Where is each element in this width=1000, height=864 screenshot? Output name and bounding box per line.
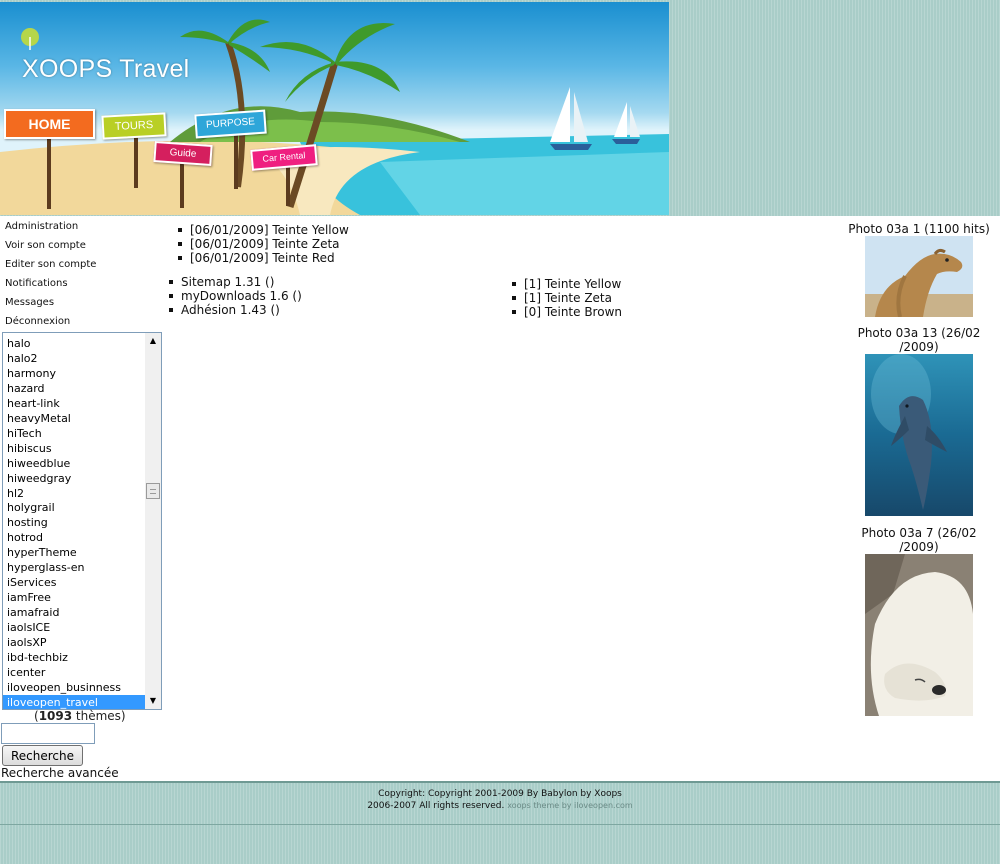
user-menu: Administration Voir son compte Editer so… xyxy=(5,220,96,334)
polar-bear-photo[interactable] xyxy=(865,554,973,716)
scrollbar-thumb[interactable] xyxy=(146,483,160,499)
sign-post xyxy=(47,137,51,209)
photo-block: Photo 03a 7 (26/02 /2009) xyxy=(840,526,998,716)
scroll-up-arrow-icon[interactable]: ▲ xyxy=(145,333,161,349)
footer-copyright: Copyright: Copyright 2001-2009 By Babylo… xyxy=(378,789,622,799)
sign-post xyxy=(180,162,184,208)
search-button[interactable]: Recherche xyxy=(2,745,83,766)
photo-caption-date: /2009) xyxy=(899,540,939,554)
theme-option[interactable]: hazard xyxy=(3,381,146,396)
theme-count-number: 1093 xyxy=(38,709,73,723)
theme-option[interactable]: iaolsXP xyxy=(3,635,146,650)
photo-caption-date: /2009) xyxy=(899,340,939,354)
theme-options: halo halo2 harmony hazard heart-link hea… xyxy=(3,336,146,709)
theme-count: (1093 thèmes) xyxy=(34,709,126,723)
theme-select-listbox[interactable]: halo halo2 harmony hazard heart-link hea… xyxy=(2,332,162,710)
scroll-down-arrow-icon[interactable]: ▼ xyxy=(145,693,161,709)
modules-list: Sitemap 1.31 () myDownloads 1.6 () Adhés… xyxy=(165,275,302,317)
main-content: Administration Voir son compte Editer so… xyxy=(0,216,1000,781)
module-item[interactable]: myDownloads 1.6 () xyxy=(165,289,302,303)
theme-option[interactable]: heart-link xyxy=(3,396,146,411)
sign-post xyxy=(234,134,238,189)
photo-caption: Photo 03a 7 (26/02 xyxy=(861,526,977,540)
nav-purpose-button[interactable]: PURPOSE xyxy=(194,109,267,139)
theme-option[interactable]: hiTech xyxy=(3,426,146,441)
theme-option[interactable]: hotrod xyxy=(3,530,146,545)
footer-rights-line: 2006-2007 All rights reserved. xoops the… xyxy=(0,800,1000,812)
menu-messages-link[interactable]: Messages xyxy=(5,296,96,315)
footer-rights: 2006-2007 All rights reserved. xyxy=(367,801,505,811)
footer-divider xyxy=(0,781,1000,783)
photo-block: Photo 03a 1 (1100 hits) xyxy=(840,222,998,317)
news-item[interactable]: [06/01/2009] Teinte Yellow xyxy=(174,223,349,237)
photo-caption: Photo 03a 1 (1100 hits) xyxy=(848,222,990,236)
theme-option[interactable]: harmony xyxy=(3,366,146,381)
menu-view-account-link[interactable]: Voir son compte xyxy=(5,239,96,258)
theme-option[interactable]: icenter xyxy=(3,665,146,680)
module-item[interactable]: Adhésion 1.43 () xyxy=(165,303,302,317)
theme-count-label: thèmes) xyxy=(72,709,126,723)
news-item[interactable]: [06/01/2009] Teinte Zeta xyxy=(174,237,349,251)
theme-option[interactable]: hl2 xyxy=(3,486,146,501)
menu-edit-account-link[interactable]: Editer son compte xyxy=(5,258,96,277)
theme-option[interactable]: iamFree xyxy=(3,590,146,605)
header-banner: XOOPS Travel HOME TOURS PURPOSE Guide Ca… xyxy=(0,2,669,215)
dolphin-photo[interactable] xyxy=(865,354,973,516)
footer-bottom-divider xyxy=(0,824,1000,825)
menu-administration-link[interactable]: Administration xyxy=(5,220,96,239)
theme-option[interactable]: hibiscus xyxy=(3,441,146,456)
theme-list-scrollbar[interactable]: ▲ ▼ xyxy=(145,333,161,709)
sign-post xyxy=(134,136,138,188)
theme-option[interactable]: halo xyxy=(3,336,146,351)
download-item[interactable]: [1] Teinte Zeta xyxy=(508,291,622,305)
nav-home-button[interactable]: HOME xyxy=(4,109,95,139)
theme-option[interactable]: hiweedblue xyxy=(3,456,146,471)
theme-option[interactable]: hyperTheme xyxy=(3,545,146,560)
module-item[interactable]: Sitemap 1.31 () xyxy=(165,275,302,289)
theme-option[interactable]: hosting xyxy=(3,515,146,530)
photo-block: Photo 03a 13 (26/02 /2009) xyxy=(840,326,998,516)
downloads-list: [1] Teinte Yellow [1] Teinte Zeta [0] Te… xyxy=(508,277,622,319)
news-list: [06/01/2009] Teinte Yellow [06/01/2009] … xyxy=(174,223,349,265)
beach-scene-illustration xyxy=(0,19,669,215)
theme-option[interactable]: holygrail xyxy=(3,500,146,515)
nav-tours-button[interactable]: TOURS xyxy=(101,112,167,140)
advanced-search-link[interactable]: Recherche avancée xyxy=(1,766,119,780)
theme-option[interactable]: hyperglass-en xyxy=(3,560,146,575)
theme-option[interactable]: iServices xyxy=(3,575,146,590)
sign-post xyxy=(286,166,290,206)
theme-option[interactable]: hiweedgray xyxy=(3,471,146,486)
theme-option-selected[interactable]: iloveopen_travel xyxy=(3,694,146,709)
theme-option[interactable]: iloveopen_businness xyxy=(3,680,146,695)
theme-option[interactable]: halo2 xyxy=(3,351,146,366)
footer: Copyright: Copyright 2001-2009 By Babylo… xyxy=(0,788,1000,812)
footer-theme-credit-link[interactable]: xoops theme by iloveopen.com xyxy=(507,801,632,810)
download-item[interactable]: [0] Teinte Brown xyxy=(508,305,622,319)
news-item[interactable]: [06/01/2009] Teinte Red xyxy=(174,251,349,265)
site-title: XOOPS Travel xyxy=(22,55,190,83)
menu-notifications-link[interactable]: Notifications xyxy=(5,277,96,296)
nav-guide-button[interactable]: Guide xyxy=(153,141,213,166)
search-input[interactable] xyxy=(1,723,95,744)
photo-caption: Photo 03a 13 (26/02 xyxy=(857,326,981,340)
theme-option[interactable]: ibd-techbiz xyxy=(3,650,146,665)
theme-option[interactable]: iamafraid xyxy=(3,605,146,620)
download-item[interactable]: [1] Teinte Yellow xyxy=(508,277,622,291)
theme-option[interactable]: heavyMetal xyxy=(3,411,146,426)
camel-photo[interactable] xyxy=(865,236,973,317)
theme-option[interactable]: iaolsICE xyxy=(3,620,146,635)
